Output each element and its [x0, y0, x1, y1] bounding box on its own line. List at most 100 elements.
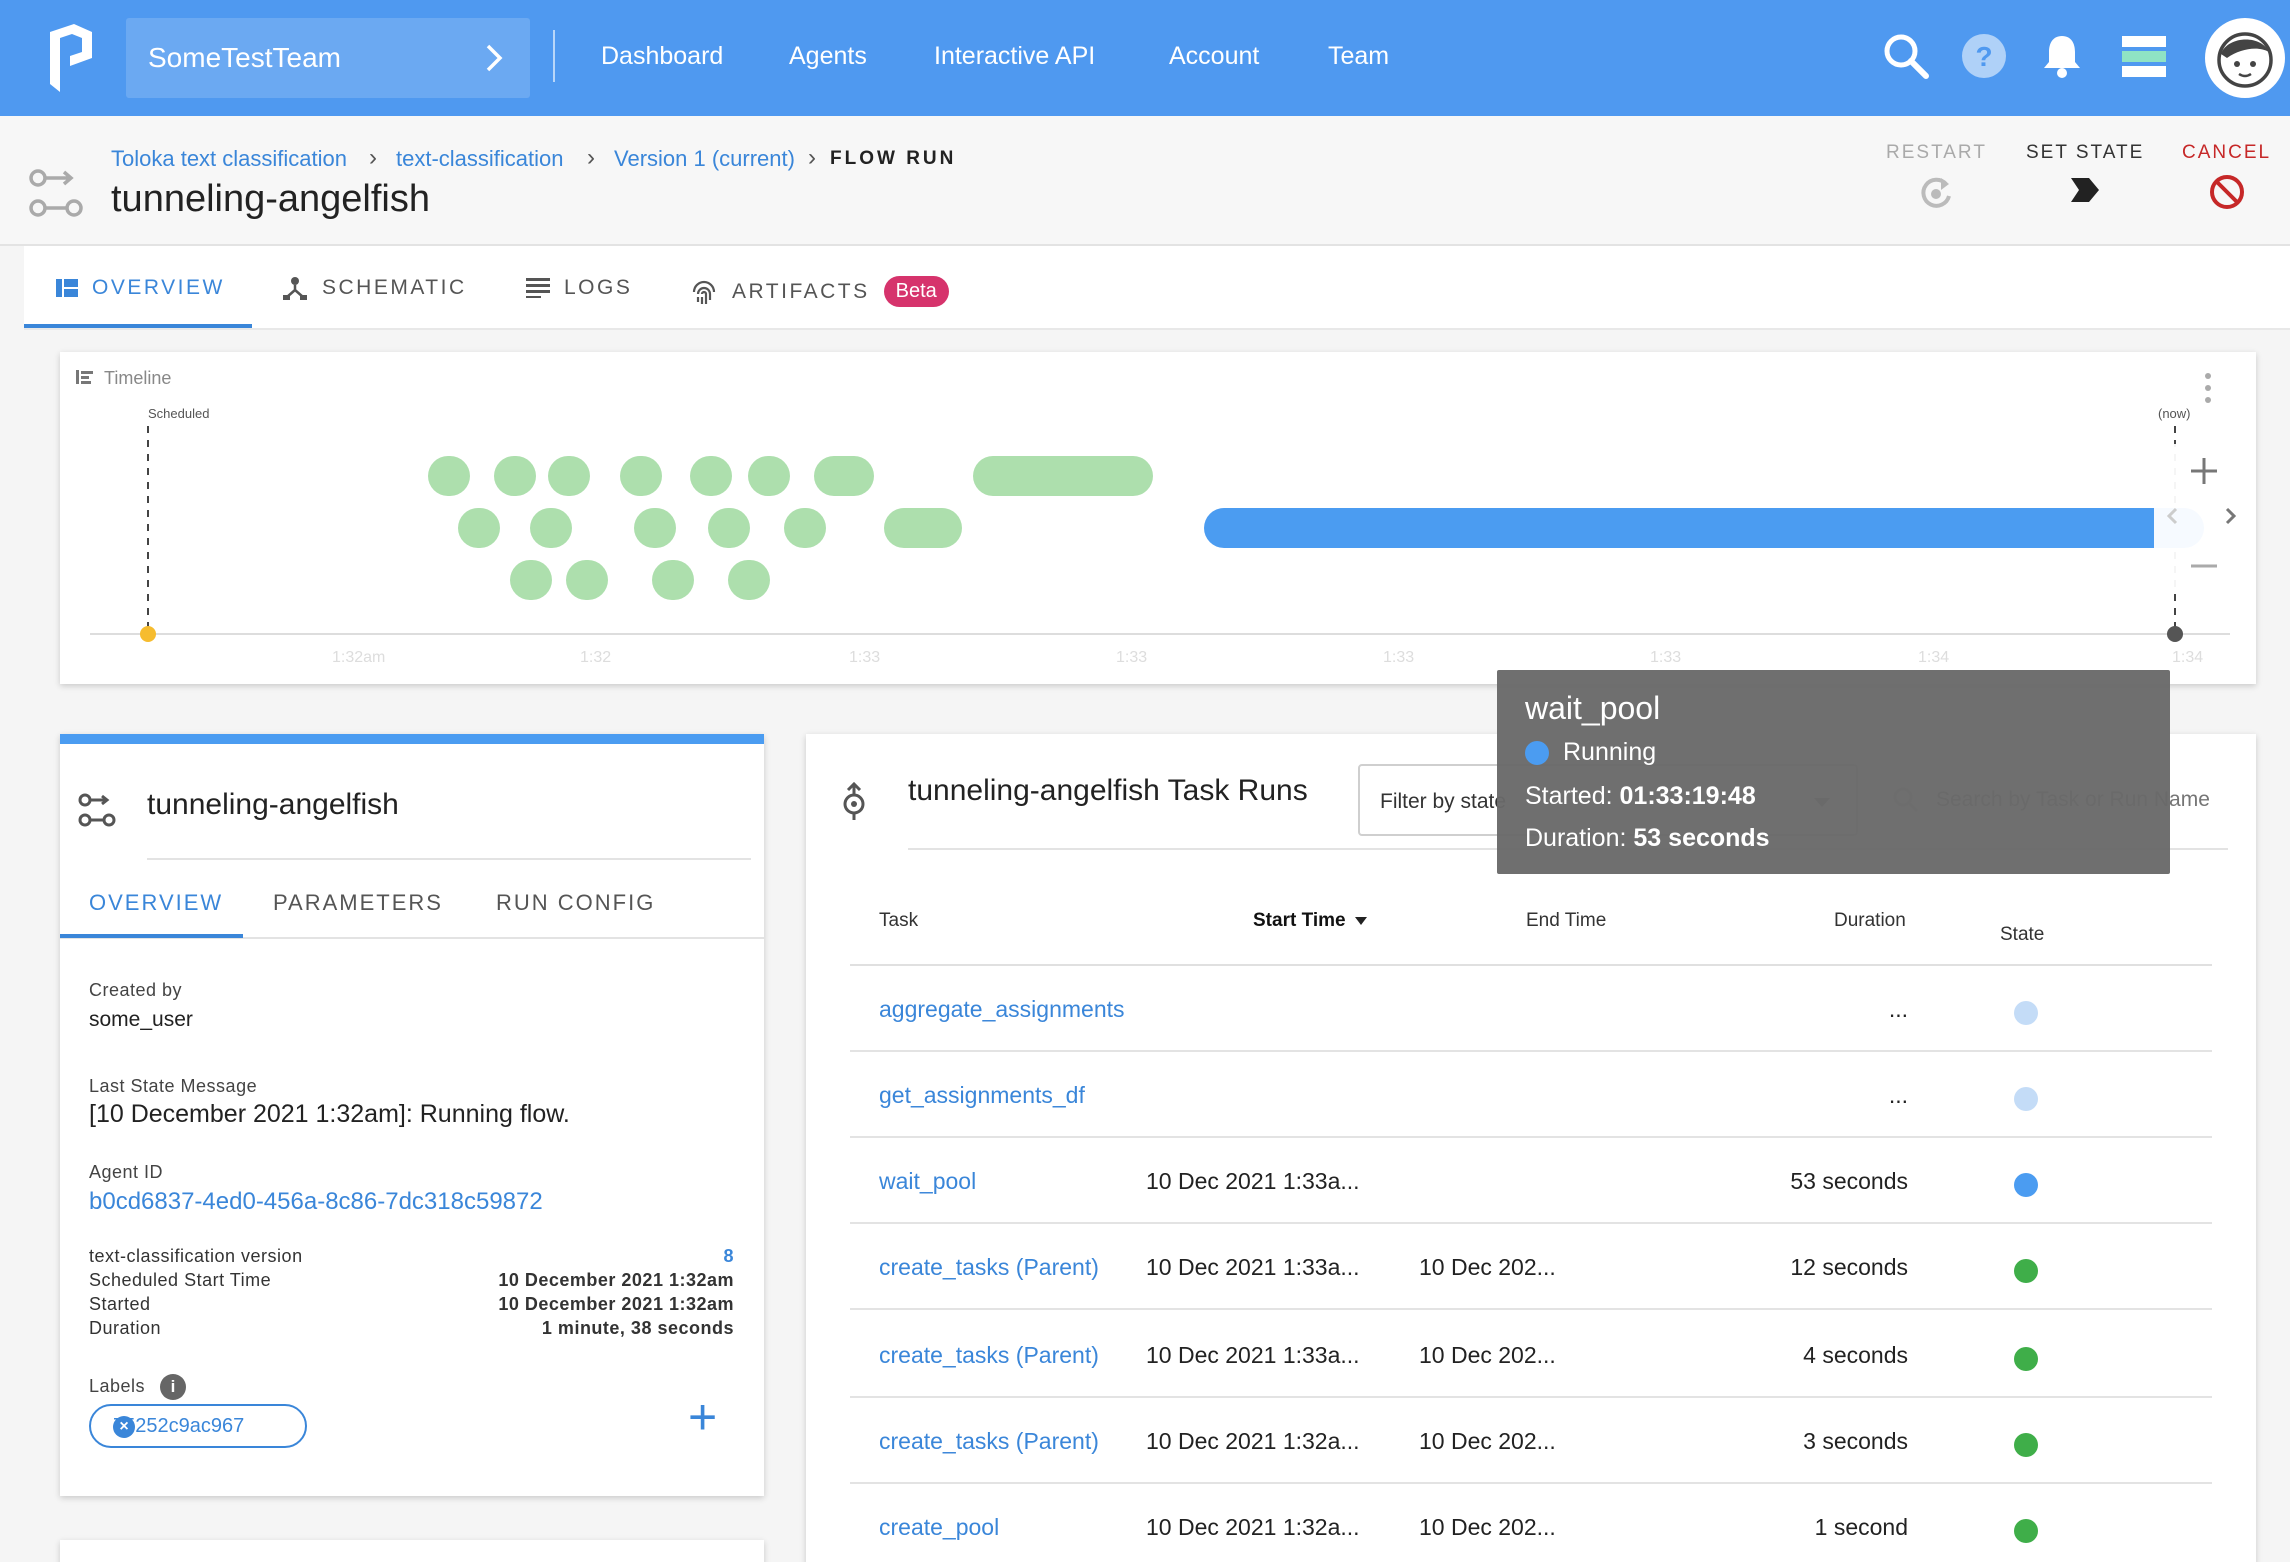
tab-artifacts[interactable]: ARTIFACTS Beta	[690, 276, 949, 307]
task-run-bar[interactable]	[690, 456, 732, 496]
created-by-label: Created by	[89, 980, 183, 1000]
running-task-bar[interactable]	[1204, 508, 2204, 548]
task-run-bar[interactable]	[566, 560, 608, 600]
flow-run-icon	[29, 169, 83, 217]
table-row[interactable]: create_pool 10 Dec 2021 1:32a... 10 Dec …	[850, 1484, 2212, 1562]
task-name-link[interactable]: aggregate_assignments	[879, 996, 1125, 1023]
task-run-bar[interactable]	[548, 456, 590, 496]
task-run-bar[interactable]	[708, 508, 750, 548]
help-icon[interactable]: ?	[1958, 30, 2010, 82]
tab-logs-label: LOGS	[564, 276, 633, 299]
column-header-task[interactable]: Task	[879, 910, 918, 932]
task-name-link[interactable]: create_tasks (Parent)	[879, 1254, 1099, 1281]
details-tab-run-config[interactable]: RUN CONFIG	[496, 890, 655, 916]
task-start-time: 10 Dec 2021 1:33a...	[1146, 1254, 1360, 1280]
task-name-link[interactable]: get_assignments_df	[879, 1082, 1085, 1109]
set-state-button[interactable]: SET STATE	[2026, 142, 2144, 208]
tab-schematic-label: SCHEMATIC	[322, 276, 467, 299]
task-name-link[interactable]: create_tasks (Parent)	[879, 1342, 1099, 1369]
bell-icon[interactable]	[2036, 30, 2088, 82]
sort-desc-icon[interactable]	[1354, 916, 1368, 926]
tab-schematic[interactable]: SCHEMATIC	[282, 276, 467, 300]
table-row[interactable]: create_tasks (Parent) 10 Dec 2021 1:33a.…	[850, 1224, 2212, 1310]
tick-label: 1:34	[1918, 649, 1949, 666]
details-tab-parameters[interactable]: PARAMETERS	[273, 890, 443, 916]
label-chip[interactable]: 75252c9ac967 ×	[89, 1404, 307, 1448]
server-icon[interactable]	[2118, 30, 2170, 82]
now-dot	[2167, 626, 2183, 642]
logs-icon	[526, 278, 550, 298]
tick-label: 1:32am	[332, 649, 385, 666]
column-header-end-time[interactable]: End Time	[1526, 910, 1606, 932]
tooltip-state: Running	[1525, 738, 1656, 767]
nav-interactive-api[interactable]: Interactive API	[934, 42, 1095, 71]
prefect-logo[interactable]	[44, 22, 100, 94]
divider	[147, 858, 751, 860]
details-tab-overview[interactable]: OVERVIEW	[89, 890, 223, 916]
page-header: Toloka text classification › text-classi…	[0, 116, 2290, 246]
cancel-button[interactable]: CANCEL	[2182, 142, 2271, 212]
timeline-panel: Timeline Scheduled (now) 1:32am 1:32 1:3…	[60, 352, 2256, 684]
task-name-link[interactable]: wait_pool	[879, 1168, 976, 1195]
nav-agents[interactable]: Agents	[789, 42, 867, 71]
timeline-chart[interactable]: Timeline Scheduled (now) 1:32am 1:32 1:3…	[60, 352, 2256, 684]
table-row[interactable]: get_assignments_df ...	[850, 1052, 2212, 1138]
tooltip-duration: Duration: 53 seconds	[1525, 824, 1770, 853]
fingerprint-icon	[692, 280, 716, 304]
duration-value: 53 seconds	[1633, 824, 1770, 852]
task-run-bar[interactable]	[814, 456, 874, 496]
agent-id-link[interactable]: b0cd6837-4ed0-456a-8c86-7dc318c59872	[89, 1188, 543, 1216]
state-pending-dot	[2014, 1087, 2038, 1111]
version-link[interactable]: 8	[723, 1246, 734, 1267]
table-row[interactable]: create_tasks (Parent) 10 Dec 2021 1:32a.…	[850, 1398, 2212, 1484]
task-run-bar[interactable]	[428, 456, 470, 496]
tab-overview[interactable]: OVERVIEW	[56, 276, 225, 300]
tab-logs[interactable]: LOGS	[526, 276, 632, 300]
task-end-time: 10 Dec 202...	[1419, 1428, 1556, 1454]
tick-label: 1:34	[2172, 649, 2203, 666]
add-label-button[interactable]: +	[688, 1392, 717, 1442]
avatar[interactable]	[2205, 18, 2285, 98]
column-header-start-time[interactable]: Start Time	[1253, 910, 1346, 932]
top-nav-bar: SomeTestTeam Dashboard Agents Interactiv…	[0, 0, 2290, 116]
task-run-bar[interactable]	[510, 560, 552, 600]
restart-button[interactable]: RESTART	[1886, 142, 1987, 212]
restart-icon	[1921, 177, 1952, 208]
task-run-bar[interactable]	[884, 508, 962, 548]
set-state-label: SET STATE	[2026, 142, 2145, 163]
info-icon[interactable]: i	[160, 1374, 186, 1400]
task-name-link[interactable]: create_pool	[879, 1514, 999, 1541]
column-header-state[interactable]: State	[2000, 924, 2044, 946]
task-run-bar[interactable]	[634, 508, 676, 548]
task-run-bar[interactable]	[973, 456, 1153, 496]
task-run-bar[interactable]	[620, 456, 662, 496]
task-name-link[interactable]: create_tasks (Parent)	[879, 1428, 1099, 1455]
task-run-bar[interactable]	[652, 560, 694, 600]
task-run-bar[interactable]	[728, 560, 770, 600]
nav-team[interactable]: Team	[1328, 42, 1389, 71]
more-vert-icon[interactable]	[2205, 373, 2211, 403]
task-run-bar[interactable]	[530, 508, 572, 548]
table-row[interactable]: wait_pool 10 Dec 2021 1:33a... 53 second…	[850, 1138, 2212, 1224]
task-run-bar[interactable]	[748, 456, 790, 496]
table-row[interactable]: aggregate_assignments ...	[850, 966, 2212, 1052]
breadcrumb-project[interactable]: Toloka text classification	[111, 146, 347, 172]
nav-dashboard[interactable]: Dashboard	[601, 42, 723, 71]
scheduled-start-value: 10 December 2021 1:32am	[498, 1270, 734, 1290]
tooltip-started: Started: 01:33:19:48	[1525, 782, 1756, 811]
team-switcher[interactable]: SomeTestTeam	[126, 18, 530, 98]
tick-label: 1:33	[849, 649, 880, 666]
remove-label-icon[interactable]: ×	[113, 1416, 135, 1438]
column-header-duration[interactable]: Duration	[1834, 910, 1906, 932]
task-run-bar[interactable]	[458, 508, 500, 548]
breadcrumb-version[interactable]: Version 1 (current)	[614, 146, 795, 172]
breadcrumb-flow[interactable]: text-classification	[396, 146, 564, 172]
table-row[interactable]: create_tasks (Parent) 10 Dec 2021 1:33a.…	[850, 1312, 2212, 1398]
task-run-bar[interactable]	[494, 456, 536, 496]
task-start-time: 10 Dec 2021 1:33a...	[1146, 1168, 1360, 1194]
dashboard-icon	[56, 279, 78, 297]
task-run-bar[interactable]	[784, 508, 826, 548]
tick-label: 1:33	[1383, 649, 1414, 666]
nav-account[interactable]: Account	[1169, 42, 1259, 71]
search-icon[interactable]	[1880, 30, 1932, 82]
